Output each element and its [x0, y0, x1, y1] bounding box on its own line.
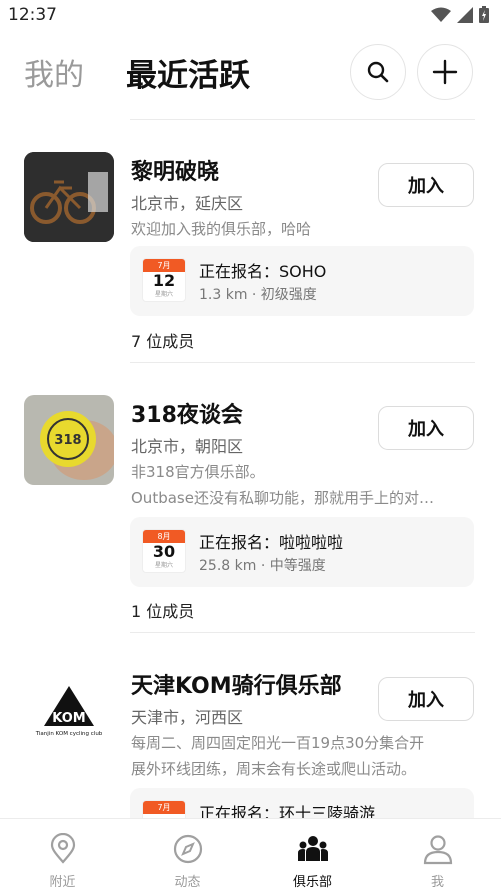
wifi-icon [431, 7, 451, 22]
location-pin-icon [50, 833, 75, 864]
plus-icon [432, 59, 458, 85]
add-club-button[interactable] [417, 44, 473, 100]
status-time: 12:37 [8, 5, 57, 25]
join-button[interactable]: 加入 [378, 677, 474, 721]
join-button[interactable]: 加入 [378, 163, 474, 207]
kom-logo: KOM Tianjin KOM cycling club [35, 686, 103, 737]
club-name: 天津KOM骑行俱乐部 [131, 674, 342, 699]
group-icon [297, 836, 328, 861]
club-location: 北京市，延庆区 [131, 194, 244, 213]
club-location: 北京市，朝阳区 [131, 437, 244, 456]
svg-text:KOM: KOM [52, 711, 85, 726]
divider [130, 632, 475, 633]
status-bar: 12:37 [0, 0, 501, 30]
divider [130, 119, 475, 120]
club-description: 欢迎加入我的俱乐部，哈哈 [131, 220, 312, 238]
event-meta: 25.8 km · 中等强度 [199, 558, 326, 574]
calendar-icon: 7月 12 星期六 [142, 258, 186, 302]
divider [130, 362, 475, 363]
signal-icon [457, 6, 473, 23]
calendar-icon: 8月 30 星期六 [142, 529, 186, 573]
event-meta: 1.3 km · 初级强度 [199, 287, 317, 303]
event-card[interactable]: 7月 12 星期六 正在报名：SOHO 1.3 km · 初级强度 [130, 246, 474, 316]
club-name: 黎明破晓 [131, 160, 220, 185]
search-button[interactable] [350, 44, 406, 100]
svg-text:Tianjin KOM cycling club: Tianjin KOM cycling club [35, 731, 103, 737]
member-count: 7 位成员 [131, 332, 195, 351]
battery-icon [479, 6, 489, 23]
join-button[interactable]: 加入 [378, 406, 474, 450]
club-avatar [24, 152, 114, 242]
badge-image: 318 [24, 395, 114, 485]
club-avatar: KOM Tianjin KOM cycling club [24, 666, 114, 756]
nav-nearby[interactable]: 附近 [0, 819, 125, 893]
tab-mine[interactable]: 我的 [24, 50, 84, 94]
club-description: 非318官方俱乐部。 Outbase还没有私聊功能，那就用手上的对… [131, 463, 434, 507]
header: 我的 最近活跃 [0, 40, 501, 102]
person-icon [423, 835, 452, 865]
event-title: 正在报名：啦啦啦啦 [199, 533, 344, 552]
event-title: 正在报名：SOHO [199, 262, 327, 281]
club-name: 318夜谈会 [131, 403, 243, 428]
tab-recent-active[interactable]: 最近活跃 [126, 50, 250, 95]
bottom-nav: 附近 动态 俱乐部 我 [0, 818, 501, 893]
search-icon [367, 61, 389, 83]
member-count: 1 位成员 [131, 602, 195, 621]
svg-text:318: 318 [54, 433, 81, 448]
nav-feed[interactable]: 动态 [125, 819, 250, 893]
status-icons [431, 6, 489, 23]
nav-clubs[interactable]: 俱乐部 [250, 819, 375, 893]
compass-icon [173, 834, 202, 864]
club-avatar: 318 [24, 395, 114, 485]
event-card[interactable]: 8月 30 星期六 正在报名：啦啦啦啦 25.8 km · 中等强度 [130, 517, 474, 587]
bicycle-image [24, 152, 114, 242]
club-location: 天津市，河西区 [131, 708, 244, 727]
club-description: 每周二、周四固定阳光一百19点30分集合开 展外环线团练，周末会有长途或爬山活动… [131, 734, 425, 778]
nav-me[interactable]: 我 [375, 819, 500, 893]
